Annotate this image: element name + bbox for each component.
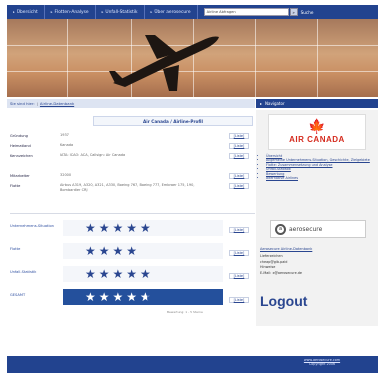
edit-link[interactable]: [Liste] (229, 143, 249, 149)
row-value-2: ICAO: ACA, Callsign: Air Canada (69, 153, 126, 157)
edit-link[interactable]: [Liste] (229, 227, 249, 233)
panel-title: Air Canada / Airline-Profil (93, 116, 253, 126)
nav-item-unfall-statistik[interactable]: ▸ Unfall-Statistik (96, 5, 145, 19)
arrow-icon: ▸ (13, 10, 15, 14)
row-value-group: IATA: ICAO: ACA, Callsign: Air Canada (60, 153, 210, 158)
aerosecure-emblem-icon: a (275, 223, 286, 235)
sidebar-link[interactable]: alternative Airlines (266, 176, 375, 180)
nav-item-uebersicht[interactable]: ▸ Übersicht (7, 5, 45, 19)
nav-item-label: Unfall-Statistik (105, 9, 138, 15)
search-label[interactable]: Suche (301, 10, 314, 15)
footer-copyright: Copyright 2006 (308, 362, 336, 367)
row-label: Flotte (10, 184, 21, 188)
logo-text: AIR CANADA (289, 135, 345, 144)
arrow-icon: ▸ (150, 10, 153, 14)
rating-label: Unternehmens-Situation (10, 224, 54, 228)
aerosecure-logo[interactable]: a aerosecure (270, 220, 366, 238)
search-select[interactable]: Airline Abfragen (203, 8, 289, 16)
rating-label: GESAMT (10, 293, 26, 297)
nav-item-label: Flotten-Analyse (54, 9, 89, 15)
divider (10, 213, 255, 214)
breadcrumb-root: Sie sind hier: (10, 101, 35, 106)
edit-link[interactable]: [Liste] (229, 250, 249, 256)
edit-link[interactable]: [Liste] (229, 153, 249, 159)
edit-link[interactable]: [Liste] (229, 183, 249, 189)
user-info-line: E-Mail: x@aerosecure.de (260, 270, 303, 275)
arrow-icon: ▸ (101, 10, 104, 14)
user-info-title[interactable]: Aerosecure Airline-Datenbank (260, 247, 375, 252)
star-rating-5: ★★★★★ (85, 221, 154, 235)
air-canada-logo: 🍁 AIR CANADA (268, 114, 366, 150)
info-row: Mitarbeiter 32000 [Liste] (10, 173, 255, 179)
footer-text: www.aerosecure.com Copyright 2006 (263, 358, 381, 366)
row-label: Kennzeichen (10, 154, 33, 158)
star-rating-5: ★★★★★ (85, 267, 154, 281)
breadcrumb-current[interactable]: Airline-Datenbank (40, 101, 74, 106)
row-label: Mitarbeiter (10, 174, 30, 178)
row-value: 1937 (60, 133, 69, 137)
airline-profile-panel: Air Canada / Airline-Profil Gründung 193… (7, 113, 255, 326)
star-rating-4: ★★★★ (85, 244, 141, 258)
sidebar: 🍁 AIR CANADA Übersicht Allgemeine Untern… (256, 110, 378, 326)
search-go-button[interactable]: » (289, 8, 298, 16)
edit-link[interactable]: [Liste] (229, 133, 249, 139)
info-row: Heimatland Kanada [Liste] (10, 143, 255, 149)
edit-link[interactable]: [Liste] (229, 297, 249, 303)
maple-leaf-icon: 🍁 (308, 119, 326, 135)
star-rating-4-5: ★★★★★★ (85, 290, 154, 304)
rating-stars: ★★★★★ (63, 266, 223, 282)
row-value: Kanada (60, 143, 74, 147)
row-label: Gründung (10, 134, 28, 138)
nav-item-ueber-aerosecure[interactable]: ▸ Über aerosecure (145, 5, 198, 19)
sidebar-links: Übersicht Allgemeine Unternehmens-Situat… (260, 154, 375, 180)
navigator-header: ▸ Navigator (256, 99, 378, 108)
nav-item-flotten-analyse[interactable]: ▸ Flotten-Analyse (45, 5, 96, 19)
row-value: 32000 (60, 173, 72, 177)
edit-link[interactable]: [Liste] (229, 273, 249, 279)
rating-label: Unfall-Statistik (10, 270, 37, 274)
row-value: Airbus A319, A320, A321, A330, Boeing 76… (60, 183, 195, 192)
breadcrumb: Sie sind hier: | Airline-Datenbank (7, 99, 255, 108)
rating-stars-total: ★★★★★★ (63, 289, 223, 305)
arrow-icon: ▸ (50, 10, 53, 14)
footer: www.aerosecure.com Copyright 2006 (7, 356, 378, 373)
info-row: Flotte Airbus A319, A320, A321, A330, Bo… (10, 183, 255, 192)
row-label: Heimatland (10, 144, 31, 148)
rating-stars: ★★★★★ (63, 220, 223, 236)
user-info: Aerosecure Airline-Datenbank Lieferzeich… (260, 247, 375, 276)
partner-name: aerosecure (289, 225, 323, 233)
info-row: Kennzeichen IATA: ICAO: ACA, Callsign: A… (10, 153, 255, 159)
row-value: IATA: (60, 153, 70, 157)
top-navigation: ▸ Übersicht ▸ Flotten-Analyse ▸ Unfall-Stat… (7, 5, 378, 19)
rating-footnote: Bewertung: 1 - 5 Sterne (167, 310, 203, 314)
nav-item-label: Über aerosecure (154, 9, 191, 15)
rating-label: Flotte (10, 247, 21, 251)
rating-stars: ★★★★ (63, 243, 223, 259)
search-select-value: Airline Abfragen (206, 10, 236, 14)
hero-banner-image (7, 19, 378, 97)
arrow-icon: ▸ (260, 101, 263, 106)
airplane-icon (109, 35, 219, 91)
info-row: Gründung 1937 [Liste] (10, 133, 255, 139)
nav-item-label: Übersicht (16, 9, 38, 15)
logout-link[interactable]: Logout (260, 293, 307, 309)
navigator-title: Navigator (265, 101, 285, 106)
edit-link[interactable]: [Liste] (229, 173, 249, 179)
